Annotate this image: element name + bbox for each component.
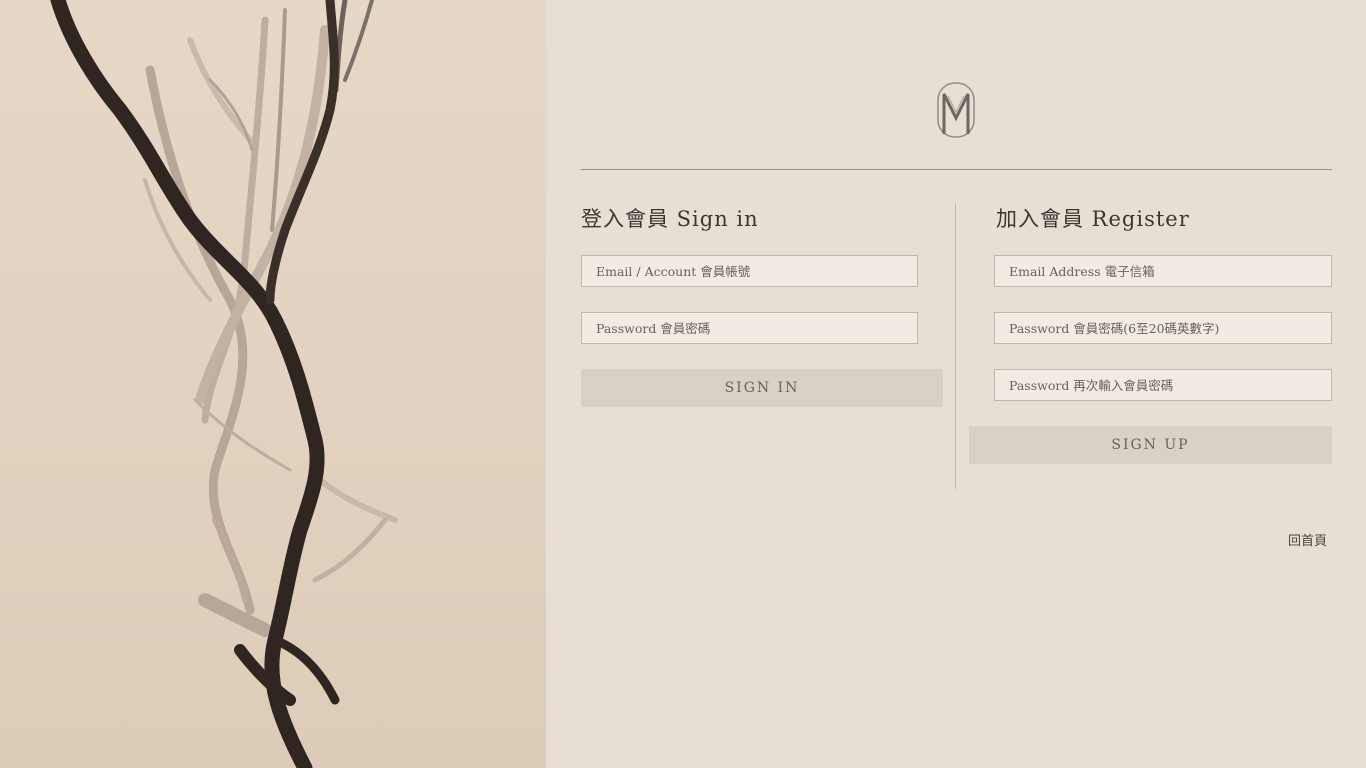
monogram-m-logo-icon[interactable]	[937, 82, 975, 138]
login-page: 登入會員 Sign in SIGN IN 加入會員 Register SIGN …	[0, 0, 1366, 768]
column-divider	[955, 203, 956, 489]
signin-heading: 登入會員 Sign in	[581, 207, 759, 231]
register-confirm-password-input[interactable]	[994, 369, 1332, 401]
auth-panel: 登入會員 Sign in SIGN IN 加入會員 Register SIGN …	[546, 0, 1366, 768]
branch-photo	[0, 0, 546, 768]
signin-button[interactable]: SIGN IN	[581, 369, 943, 407]
branch-illustration	[50, 0, 398, 768]
register-heading: 加入會員 Register	[996, 207, 1190, 231]
signin-account-input[interactable]	[581, 255, 918, 287]
signin-password-input[interactable]	[581, 312, 918, 344]
register-email-input[interactable]	[994, 255, 1332, 287]
header-divider	[581, 169, 1332, 170]
signup-button[interactable]: SIGN UP	[969, 426, 1332, 464]
register-password-input[interactable]	[994, 312, 1332, 344]
back-to-home-link[interactable]: 回首頁	[1288, 530, 1327, 549]
